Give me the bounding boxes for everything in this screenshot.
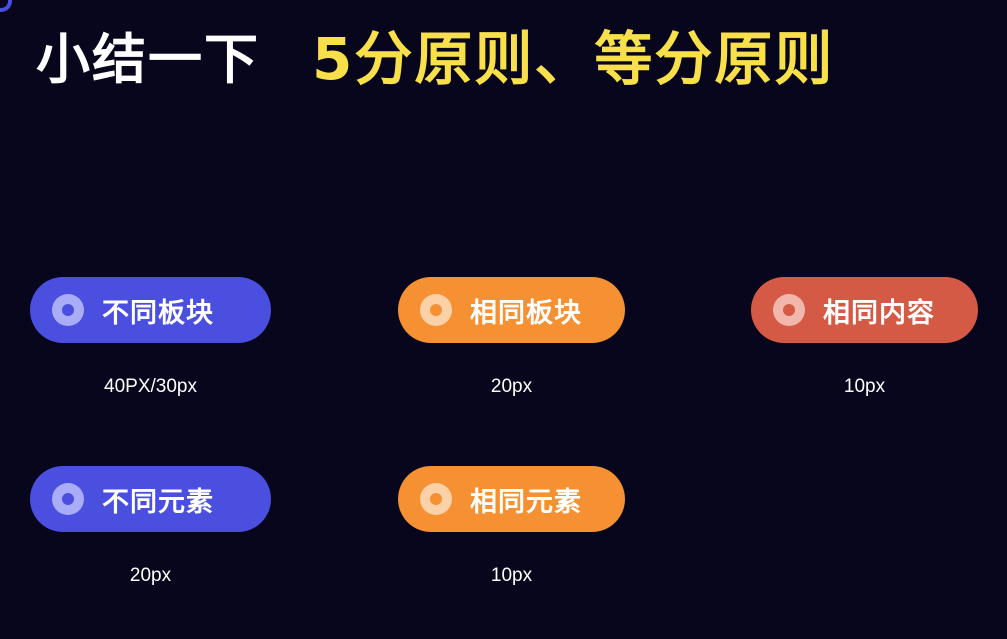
spacing-note: 40PX/30px xyxy=(104,376,197,397)
pill-label: 不同元素 xyxy=(102,486,214,518)
spacing-note: 10px xyxy=(490,565,533,586)
slide-title: 小结一下 5分原则、等分原则 xyxy=(36,14,834,94)
ring-dot-icon xyxy=(52,294,84,326)
ring-dot-icon xyxy=(773,294,805,326)
spacing-note: 20px xyxy=(129,565,172,586)
ring-dot-icon xyxy=(420,483,452,515)
pill-label: 相同内容 xyxy=(823,297,935,329)
title-main-text: 小结一下 xyxy=(36,27,260,91)
spacing-note: 10px xyxy=(843,376,886,397)
pill-label: 相同板块 xyxy=(470,297,582,329)
ring-dot-icon xyxy=(420,294,452,326)
pill-label: 不同板块 xyxy=(102,297,214,329)
pill-same-content[interactable]: 相同内容 xyxy=(751,277,978,343)
pill-same-sections[interactable]: 相同板块 xyxy=(398,277,625,343)
spacing-note: 20px xyxy=(490,376,533,397)
pill-label: 相同元素 xyxy=(470,486,582,518)
corner-ring-decoration xyxy=(0,0,12,12)
ring-dot-icon xyxy=(52,483,84,515)
title-highlight-text: 5分原则、等分原则 xyxy=(312,25,835,93)
pill-different-elements[interactable]: 不同元素 xyxy=(30,466,271,532)
pill-same-elements[interactable]: 相同元素 xyxy=(398,466,625,532)
pill-different-sections[interactable]: 不同板块 xyxy=(30,277,271,343)
